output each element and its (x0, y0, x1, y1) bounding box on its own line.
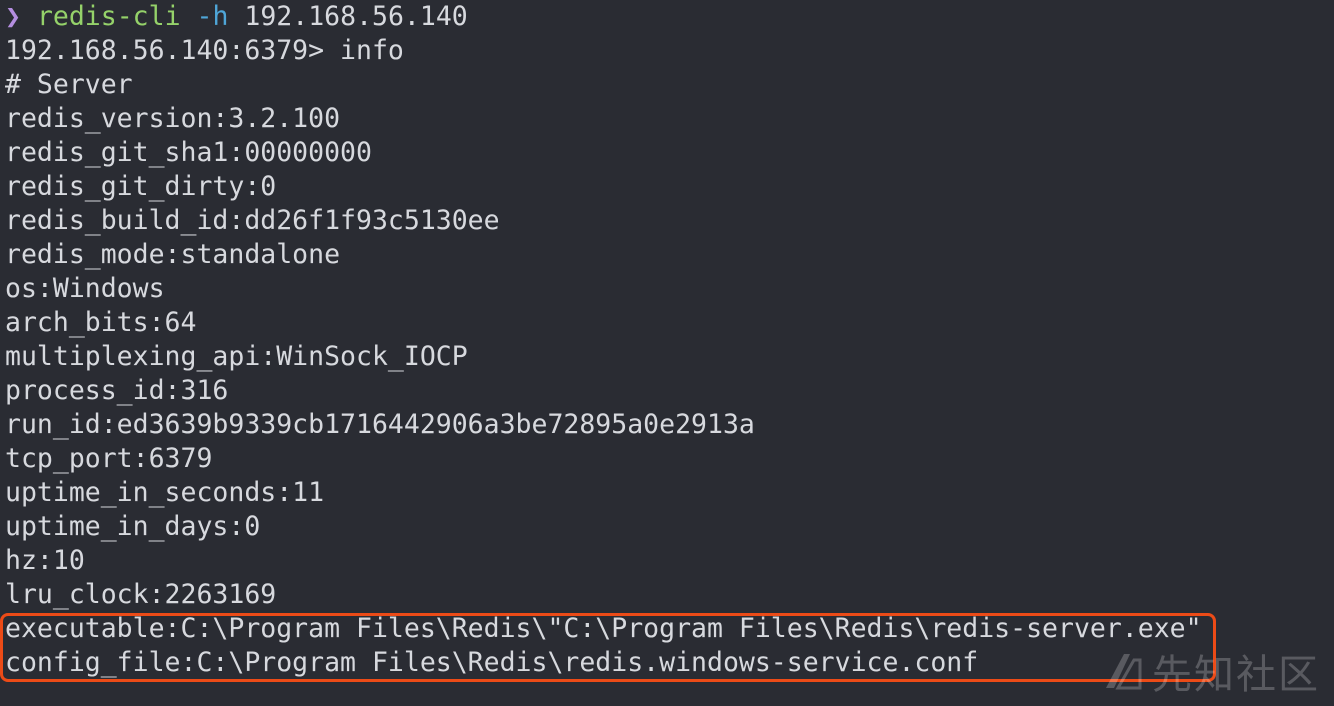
command-arg: 192.168.56.140 (244, 1, 468, 32)
output-line: uptime_in_days:0 (5, 511, 261, 542)
output-line: process_id:316 (5, 375, 229, 406)
output-line: redis_git_dirty:0 (5, 171, 277, 202)
output-line: run_id:ed3639b9339cb1716442906a3be72895a… (5, 409, 755, 440)
watermark-text: 先知社区 (1152, 652, 1320, 698)
output-line: redis_git_sha1:00000000 (5, 137, 372, 168)
terminal-window[interactable]: ❯ redis-cli -h 192.168.56.140 192.168.56… (0, 0, 1334, 706)
output-line: uptime_in_seconds:11 (5, 477, 325, 508)
output-line: # Server (5, 69, 133, 100)
xianzhi-logo-icon (1100, 648, 1146, 694)
highlight-box (0, 613, 1216, 682)
command-name: redis-cli (36, 1, 181, 32)
output-line: os:Windows (5, 273, 165, 304)
watermark: 先知社区 (1100, 642, 1320, 700)
command-flag: -h (196, 1, 229, 32)
output-line: multiplexing_api:WinSock_IOCP (5, 341, 468, 372)
output-line: arch_bits:64 (5, 307, 197, 338)
command-line: ❯ redis-cli -h 192.168.56.140 (5, 0, 1202, 34)
output-line: hz:10 (5, 545, 85, 576)
output-line: redis_version:3.2.100 (5, 103, 341, 134)
output-line: redis_mode:standalone (5, 239, 341, 270)
output-line: 192.168.56.140:6379> info (5, 35, 404, 66)
prompt-symbol: ❯ (5, 1, 21, 32)
output-line: lru_clock:2263169 (5, 579, 277, 610)
terminal-output: ❯ redis-cli -h 192.168.56.140 192.168.56… (5, 0, 1202, 680)
output-line: tcp_port:6379 (5, 443, 213, 474)
output-line: redis_build_id:dd26f1f93c5130ee (5, 205, 500, 236)
